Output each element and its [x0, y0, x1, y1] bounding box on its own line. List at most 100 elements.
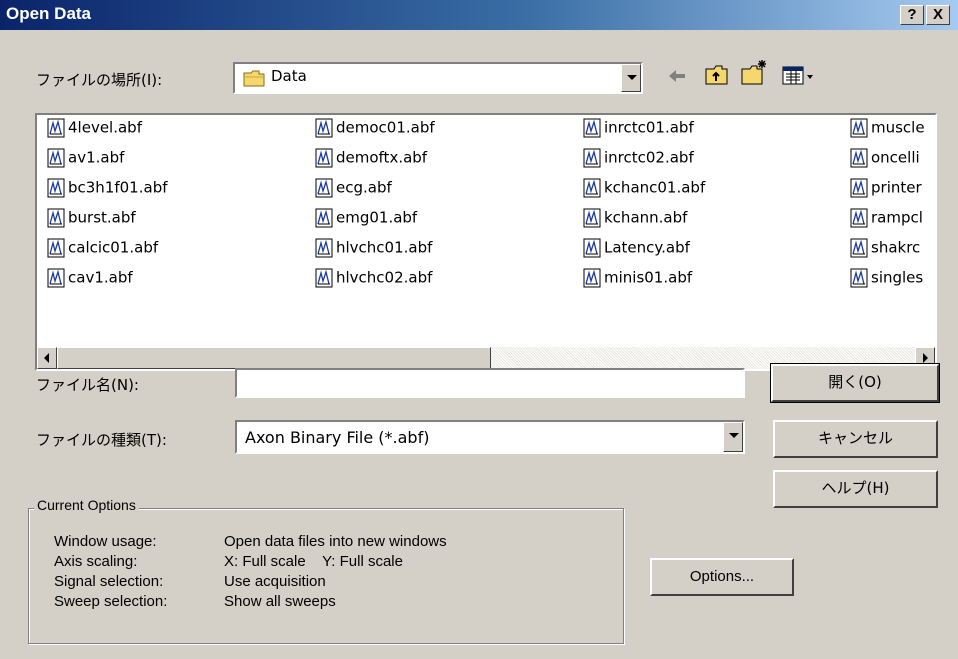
file-item[interactable]: cav1.abf — [47, 268, 133, 292]
file-item[interactable]: rampcl — [850, 208, 923, 232]
file-item[interactable]: minis01.abf — [583, 268, 692, 292]
file-item[interactable]: inrctc02.abf — [583, 148, 694, 172]
options-button[interactable]: Options... — [650, 558, 794, 596]
abf-file-icon — [315, 238, 333, 258]
option-label: Sweep selection: — [54, 593, 168, 610]
folder-icon — [243, 70, 265, 87]
file-name: av1.abf — [68, 148, 125, 167]
abf-file-icon — [850, 238, 868, 258]
view-menu-icon[interactable] — [782, 64, 816, 88]
scroll-left-button[interactable] — [37, 347, 57, 369]
file-name: inrctc01.abf — [604, 118, 694, 137]
file-name: hlvchc01.abf — [336, 238, 433, 257]
location-combo[interactable]: Data — [233, 62, 643, 94]
file-name: singles — [871, 268, 924, 287]
abf-file-icon — [315, 208, 333, 228]
file-name: muscle — [871, 118, 925, 137]
abf-file-icon — [47, 178, 65, 198]
file-item[interactable]: ecg.abf — [315, 178, 392, 202]
filename-label: ファイル名(N): — [36, 376, 139, 394]
close-button[interactable]: X — [926, 5, 950, 25]
option-label: Window usage: — [54, 533, 157, 550]
help-title-button[interactable]: ? — [900, 5, 924, 25]
file-name: hlvchc02.abf — [336, 268, 433, 287]
file-name: calcic01.abf — [68, 238, 159, 257]
file-name: burst.abf — [68, 208, 136, 227]
abf-file-icon — [583, 178, 601, 198]
abf-file-icon — [315, 178, 333, 198]
location-label: ファイルの場所(I): — [36, 71, 163, 89]
abf-file-icon — [850, 208, 868, 228]
file-name: shakrc — [871, 238, 921, 257]
file-item[interactable]: calcic01.abf — [47, 238, 158, 262]
abf-file-icon — [583, 118, 601, 138]
abf-file-icon — [315, 148, 333, 168]
abf-file-icon — [850, 178, 868, 198]
file-item[interactable]: demoftx.abf — [315, 148, 427, 172]
file-item[interactable]: hlvchc02.abf — [315, 268, 432, 292]
file-name: rampcl — [871, 208, 923, 227]
file-name: printer — [871, 178, 922, 197]
file-name: demoftx.abf — [336, 148, 428, 167]
scrollbar-thumb[interactable] — [57, 347, 491, 369]
file-list[interactable]: 4level.abf av1.abf bc3h1f01.abf burst.abf ca… — [35, 113, 937, 371]
file-name: democ01.abf — [336, 118, 435, 137]
file-item[interactable]: oncelli — [850, 148, 920, 172]
abf-file-icon — [47, 268, 65, 288]
file-name: kchanc01.abf — [604, 178, 706, 197]
option-label: Signal selection: — [54, 573, 164, 590]
file-item[interactable]: emg01.abf — [315, 208, 417, 232]
file-item[interactable]: bc3h1f01.abf — [47, 178, 168, 202]
file-name: Latency.abf — [604, 238, 690, 257]
file-name: oncelli — [871, 148, 920, 167]
location-dropdown-button[interactable] — [621, 64, 641, 92]
abf-file-icon — [850, 148, 868, 168]
abf-file-icon — [47, 148, 65, 168]
open-button[interactable]: 開く(O) — [770, 363, 940, 403]
option-value: Show all sweeps — [224, 593, 336, 610]
file-item[interactable]: printer — [850, 178, 922, 202]
new-folder-icon[interactable] — [740, 58, 770, 88]
current-options-title: Current Options — [34, 497, 139, 513]
option-value: Use acquisition — [224, 573, 326, 590]
file-item[interactable]: 4level.abf — [47, 118, 142, 142]
file-item[interactable]: burst.abf — [47, 208, 136, 232]
abf-file-icon — [583, 238, 601, 258]
location-value: Data — [271, 67, 307, 85]
file-name: ecg.abf — [336, 178, 392, 197]
help-button[interactable]: ヘルプ(H) — [773, 470, 938, 508]
file-name: 4level.abf — [68, 118, 142, 137]
file-item[interactable]: kchann.abf — [583, 208, 687, 232]
open-data-dialog: Open Data ? X ファイルの場所(I): Data 4level.ab… — [0, 0, 958, 659]
file-item[interactable]: inrctc01.abf — [583, 118, 694, 142]
file-name: bc3h1f01.abf — [68, 178, 168, 197]
filetype-dropdown-button[interactable] — [723, 422, 743, 452]
filetype-label: ファイルの種類(T): — [36, 431, 167, 449]
abf-file-icon — [315, 118, 333, 138]
back-arrow-icon[interactable] — [666, 64, 688, 88]
abf-file-icon — [47, 208, 65, 228]
abf-file-icon — [850, 118, 868, 138]
option-label: Axis scaling: — [54, 553, 138, 570]
file-item[interactable]: shakrc — [850, 238, 920, 262]
file-name: inrctc02.abf — [604, 148, 694, 167]
abf-file-icon — [850, 268, 868, 288]
file-item[interactable]: democ01.abf — [315, 118, 435, 142]
abf-file-icon — [47, 118, 65, 138]
file-item[interactable]: singles — [850, 268, 923, 292]
file-name: minis01.abf — [604, 268, 693, 287]
abf-file-icon — [583, 208, 601, 228]
up-folder-icon[interactable] — [704, 62, 730, 88]
abf-file-icon — [583, 268, 601, 288]
file-name: cav1.abf — [68, 268, 133, 287]
file-item[interactable]: muscle — [850, 118, 925, 142]
filetype-value: Axon Binary File (*.abf) — [245, 428, 430, 447]
file-item[interactable]: kchanc01.abf — [583, 178, 705, 202]
file-item[interactable]: hlvchc01.abf — [315, 238, 432, 262]
filetype-combo[interactable]: Axon Binary File (*.abf) — [235, 420, 745, 454]
filename-input[interactable] — [235, 368, 745, 398]
file-item[interactable]: av1.abf — [47, 148, 124, 172]
file-item[interactable]: Latency.abf — [583, 238, 690, 262]
cancel-button[interactable]: キャンセル — [773, 420, 938, 458]
abf-file-icon — [583, 148, 601, 168]
